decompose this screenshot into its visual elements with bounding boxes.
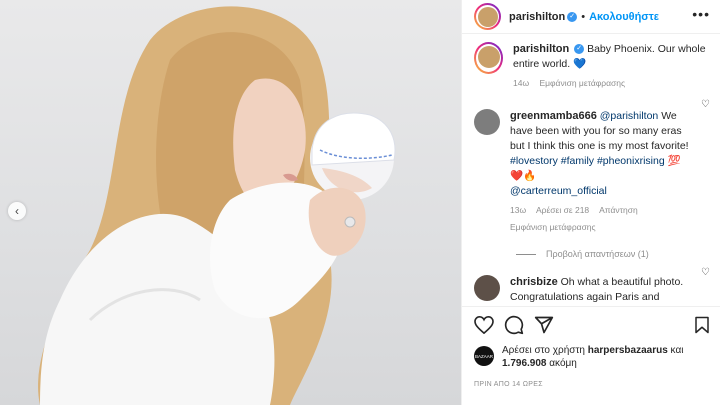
comment-reply-button[interactable]: Απάντηση <box>599 205 638 215</box>
comment-hashtags[interactable]: #lovestory #family #pheonixrising <box>510 155 665 167</box>
like-icon[interactable] <box>474 315 494 334</box>
comment-mention[interactable]: @parishilton <box>600 110 659 122</box>
caption-story-ring[interactable] <box>474 42 503 74</box>
verified-icon: ✓ <box>574 44 585 55</box>
comment: chrisbize Oh what a beautiful photo. Con… <box>462 259 720 306</box>
avatar[interactable] <box>474 109 500 135</box>
verified-icon: ✓ <box>567 11 578 22</box>
comments-list[interactable]: parishilton ✓ Baby Phoenix. Our whole en… <box>462 34 720 306</box>
comment-time[interactable]: 13ω <box>510 205 526 215</box>
post-photo[interactable]: ‹ <box>0 0 461 405</box>
caption-username[interactable]: parishilton <box>513 43 569 55</box>
story-ring[interactable] <box>474 3 501 30</box>
comment-likes[interactable]: Αρέσει σε 218 <box>536 205 589 215</box>
share-icon[interactable] <box>534 315 554 335</box>
mother-and-baby-photo <box>38 6 396 405</box>
avatar <box>477 6 498 27</box>
comment-mention-2[interactable]: @carterreum_official <box>510 185 607 197</box>
view-replies-button[interactable]: Προβολή απαντήσεων (1) <box>516 249 720 259</box>
liker-avatar-logo: BAZAAR <box>474 353 493 359</box>
carousel-prev-button[interactable]: ‹ <box>8 202 26 220</box>
caption: parishilton ✓ Baby Phoenix. Our whole en… <box>462 34 720 91</box>
follow-button[interactable]: Ακολουθήστε <box>589 11 659 23</box>
likes-count[interactable]: 1.796.908 <box>502 358 547 369</box>
view-replies-label: Προβολή απαντήσεων (1) <box>546 249 649 259</box>
likes-prefix: Αρέσει στο χρήστη <box>502 345 588 356</box>
caption-translate-link[interactable]: Εμφάνιση μετάφρασης <box>539 78 625 88</box>
bookmark-icon[interactable] <box>694 316 710 339</box>
comment: greenmamba666 @parishilton We have been … <box>462 91 720 235</box>
comment-like-icon[interactable]: ♡ <box>701 99 710 110</box>
comment-translate-link[interactable]: Εμφάνιση μετάφρασης <box>510 222 596 232</box>
liker-username[interactable]: harpersbazaarus <box>588 345 668 356</box>
caption-time[interactable]: 14ω <box>513 78 529 88</box>
more-options-icon[interactable]: ••• <box>692 6 710 22</box>
post-side-panel: parishilton ✓ • Ακολουθήστε ••• parishil… <box>461 0 720 405</box>
comment-like-icon[interactable]: ♡ <box>701 267 710 278</box>
avatar <box>477 45 500 68</box>
comment-username[interactable]: chrisbize <box>510 276 558 288</box>
avatar[interactable] <box>474 275 500 301</box>
action-bar <box>462 306 720 342</box>
comment-username[interactable]: greenmamba666 <box>510 110 597 122</box>
header-username[interactable]: parishilton <box>509 11 565 23</box>
likes-middle: και <box>667 345 684 356</box>
likes-suffix[interactable]: ακόμη <box>547 358 577 369</box>
post-header: parishilton ✓ • Ακολουθήστε ••• <box>462 0 720 34</box>
likes-summary: BAZAAR Αρέσει στο χρήστη harpersbazaarus… <box>474 344 712 370</box>
comment-icon[interactable] <box>504 315 524 335</box>
post-timestamp[interactable]: ΠΡΙΝ ΑΠΟ 14 ΩΡΕΣ <box>474 381 543 388</box>
liker-avatar[interactable]: BAZAAR <box>474 346 494 366</box>
